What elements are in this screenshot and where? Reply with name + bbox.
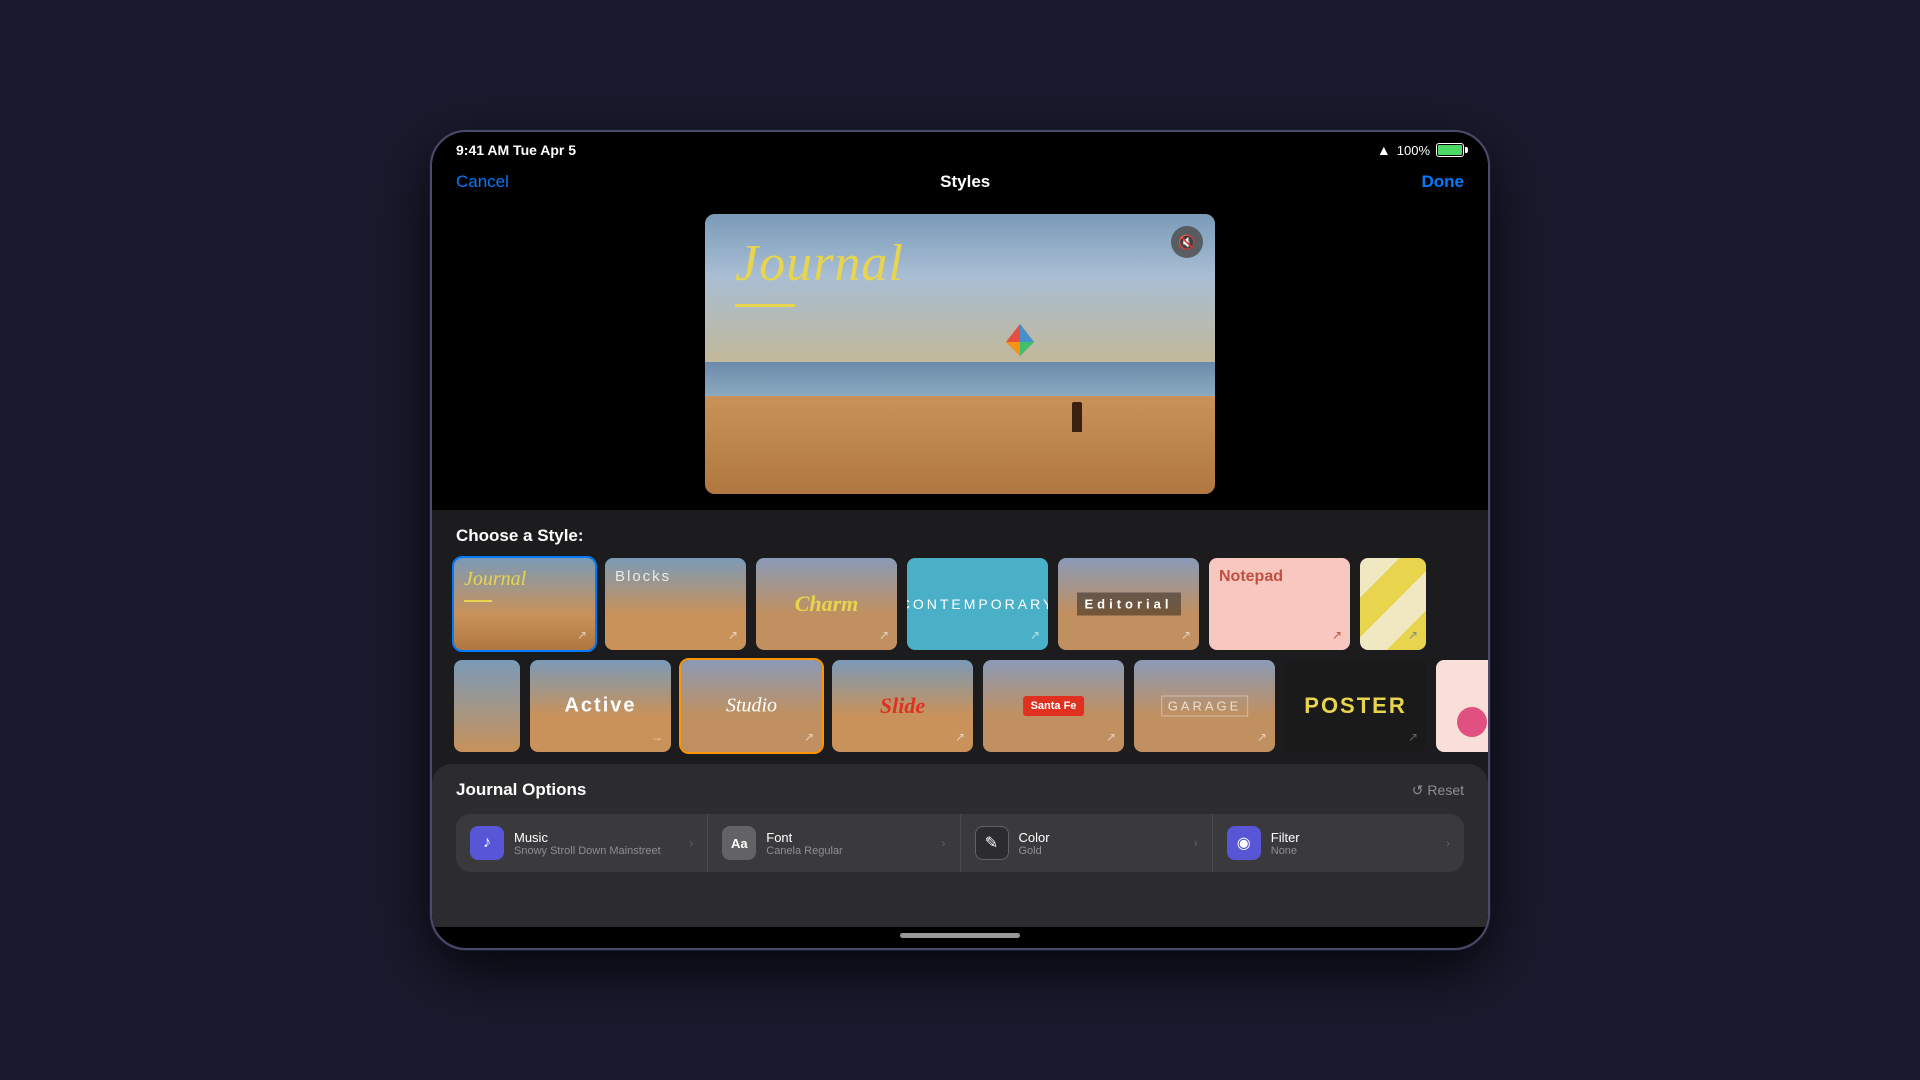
style-card-poster[interactable]: POSTER ↗ <box>1283 658 1428 754</box>
style-card-journal[interactable]: Journal ↗ <box>452 556 597 652</box>
journal-arrow-icon: ↗ <box>577 628 587 642</box>
done-button[interactable]: Done <box>1421 172 1464 192</box>
device-frame: 9:41 AM Tue Apr 5 ▲ 100% Cancel Styles D… <box>430 130 1490 950</box>
tile-arrow-icon: ↗ <box>1408 628 1418 642</box>
style-card-contemporary[interactable]: Contemporary ↗ <box>905 556 1050 652</box>
wifi-icon: ▲ <box>1377 142 1391 158</box>
font-option[interactable]: Aa Font Canela Regular › <box>708 814 960 872</box>
music-icon: ♪ <box>470 826 504 860</box>
reset-label: Reset <box>1427 782 1464 798</box>
contemporary-arrow-icon: ↗ <box>1030 628 1040 642</box>
color-text: Color Gold <box>1019 830 1184 857</box>
reset-icon: ↺ <box>1412 782 1424 799</box>
santafe-label: Santa Fe <box>1023 696 1085 716</box>
editorial-arrow-icon: ↗ <box>1181 628 1191 642</box>
preview-underline <box>735 304 795 307</box>
filter-label: Filter <box>1271 830 1436 845</box>
charm-arrow-icon: ↗ <box>879 628 889 642</box>
style-card-garage[interactable]: Garage ↗ <box>1132 658 1277 754</box>
music-option[interactable]: ♪ Music Snowy Stroll Down Mainstreet › <box>456 814 708 872</box>
home-indicator <box>432 927 1488 948</box>
filter-option[interactable]: ◉ Filter None › <box>1213 814 1464 872</box>
notepad-arrow-icon: ↗ <box>1332 628 1342 642</box>
style-card-slide[interactable]: Slide ↗ <box>830 658 975 754</box>
preview-water <box>705 362 1215 396</box>
status-right: ▲ 100% <box>1377 142 1464 158</box>
font-label: Font <box>766 830 931 845</box>
preview-ground <box>705 396 1215 494</box>
style-card-blocks[interactable]: Blocks ↗ <box>603 556 748 652</box>
preview-area: Journal 🔇 <box>432 204 1488 510</box>
garage-label: Garage <box>1161 696 1249 717</box>
font-chevron-icon: › <box>942 836 946 850</box>
studio-arrow-icon: ↗ <box>804 730 814 744</box>
style-card-studio[interactable]: Studio ↗ <box>679 658 824 754</box>
figure-silhouette <box>1072 402 1082 432</box>
font-text: Font Canela Regular <box>766 830 931 857</box>
device-screen: 9:41 AM Tue Apr 5 ▲ 100% Cancel Styles D… <box>432 132 1488 948</box>
kite-icon <box>998 320 1042 364</box>
mute-button[interactable]: 🔇 <box>1171 226 1203 258</box>
color-option[interactable]: ✎ Color Gold › <box>961 814 1213 872</box>
home-bar[interactable] <box>900 933 1020 938</box>
garage-arrow-icon: ↗ <box>1257 730 1267 744</box>
music-label: Music <box>514 830 679 845</box>
music-text: Music Snowy Stroll Down Mainstreet <box>514 830 679 857</box>
blocks-arrow-icon: ↗ <box>728 628 738 642</box>
music-chevron-icon: › <box>689 836 693 850</box>
slide-label: Slide <box>880 693 925 719</box>
color-icon: ✎ <box>975 826 1009 860</box>
active-arrow-icon: → <box>651 730 663 744</box>
status-bar: 9:41 AM Tue Apr 5 ▲ 100% <box>432 132 1488 164</box>
main-content: Choose a Style: Journal ↗ <box>432 510 1488 927</box>
font-icon: Aa <box>722 826 756 860</box>
nav-bar: Cancel Styles Done <box>432 164 1488 204</box>
studio-label: Studio <box>726 695 777 718</box>
charm-label: Charm <box>795 591 859 617</box>
reset-button[interactable]: ↺ Reset <box>1412 782 1464 799</box>
options-area: Journal Options ↺ Reset ♪ Music Snowy St… <box>432 764 1488 927</box>
color-label: Color <box>1019 830 1184 845</box>
style-grid: Journal ↗ Blocks ↗ <box>432 556 1488 760</box>
santafe-arrow-icon: ↗ <box>1106 730 1116 744</box>
style-card-partial-left[interactable] <box>452 658 522 754</box>
style-row-2: Active → Studio ↗ Slide <box>452 658 1488 754</box>
battery-percent: 100% <box>1397 143 1430 158</box>
filter-chevron-icon: › <box>1446 836 1450 850</box>
style-card-notepad[interactable]: Notepad ↗ <box>1207 556 1352 652</box>
style-card-charm[interactable]: Charm ↗ <box>754 556 899 652</box>
filter-text: Filter None <box>1271 830 1436 857</box>
music-value: Snowy Stroll Down Mainstreet <box>514 845 679 857</box>
cancel-button[interactable]: Cancel <box>456 172 509 192</box>
options-title: Journal Options <box>456 780 586 800</box>
style-card-tile[interactable]: ↗ <box>1358 556 1428 652</box>
color-chevron-icon: › <box>1194 836 1198 850</box>
preview-title: Journal <box>735 234 904 293</box>
style-card-active[interactable]: Active → <box>528 658 673 754</box>
filter-value: None <box>1271 845 1436 857</box>
style-card-sticker[interactable] <box>1434 658 1488 754</box>
preview-card: Journal 🔇 <box>705 214 1215 494</box>
nav-title: Styles <box>940 172 990 192</box>
status-time: 9:41 AM Tue Apr 5 <box>456 142 576 158</box>
slide-arrow-icon: ↗ <box>955 730 965 744</box>
style-card-editorial[interactable]: Editorial ↗ <box>1056 556 1201 652</box>
style-card-santafe[interactable]: Santa Fe ↗ <box>981 658 1126 754</box>
style-row-1: Journal ↗ Blocks ↗ <box>452 556 1488 652</box>
options-row: ♪ Music Snowy Stroll Down Mainstreet › A… <box>456 814 1464 872</box>
options-header: Journal Options ↺ Reset <box>456 780 1464 800</box>
font-value: Canela Regular <box>766 845 931 857</box>
battery-icon <box>1436 143 1464 157</box>
battery-fill <box>1438 145 1462 155</box>
color-value: Gold <box>1019 845 1184 857</box>
choose-style-label: Choose a Style: <box>432 510 1488 556</box>
filter-icon: ◉ <box>1227 826 1261 860</box>
poster-arrow-icon: ↗ <box>1408 730 1418 744</box>
active-label: Active <box>564 695 636 718</box>
preview-background: Journal <box>705 214 1215 494</box>
poster-label: POSTER <box>1304 693 1406 719</box>
